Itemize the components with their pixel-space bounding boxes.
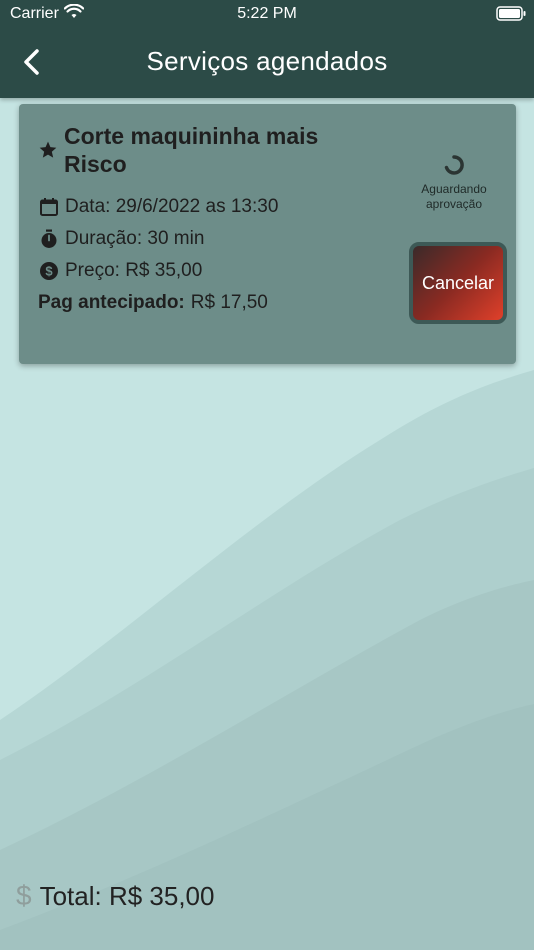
status-time: 5:22 PM bbox=[237, 5, 297, 22]
battery-icon bbox=[496, 6, 526, 27]
cancel-button[interactable]: Cancelar bbox=[409, 242, 507, 324]
total-row: $ Total: R$ 35,00 bbox=[16, 880, 214, 912]
page-title: Serviços agendados bbox=[146, 46, 388, 76]
total-text: Total: R$ 35,00 bbox=[39, 880, 215, 911]
dollar-icon: $ bbox=[16, 880, 32, 911]
stopwatch-icon bbox=[38, 228, 60, 250]
date-text: Data: 29/6/2022 as 13:30 bbox=[65, 196, 279, 217]
advance-label: Pag antecipado: bbox=[38, 292, 185, 313]
svg-text:$: $ bbox=[45, 264, 53, 279]
advance-value: R$ 17,50 bbox=[190, 292, 268, 313]
star-icon bbox=[38, 140, 58, 165]
status-text: Aguardando aprovação bbox=[421, 182, 487, 211]
dollar-circle-icon: $ bbox=[38, 260, 60, 282]
calendar-icon bbox=[38, 196, 60, 218]
app-header: Carrier 5:22 PM Serviços agendados bbox=[0, 0, 534, 98]
status-bar: Carrier 5:22 PM bbox=[0, 0, 534, 30]
price-row: $ Preço: R$ 35,00 bbox=[38, 260, 202, 282]
advance-payment-row: Pag antecipado: R$ 17,50 bbox=[38, 292, 268, 314]
service-card: Corte maquininha mais Risco Data: 29/6/2… bbox=[19, 104, 516, 364]
price-text: Preço: R$ 35,00 bbox=[65, 260, 203, 281]
duration-text: Duração: 30 min bbox=[65, 228, 205, 249]
spinner-icon bbox=[444, 155, 464, 175]
status-area: Aguardando aprovação bbox=[414, 154, 494, 212]
duration-row: Duração: 30 min bbox=[38, 228, 204, 250]
service-name: Corte maquininha mais Risco bbox=[64, 123, 319, 177]
date-row: Data: 29/6/2022 as 13:30 bbox=[38, 196, 278, 218]
